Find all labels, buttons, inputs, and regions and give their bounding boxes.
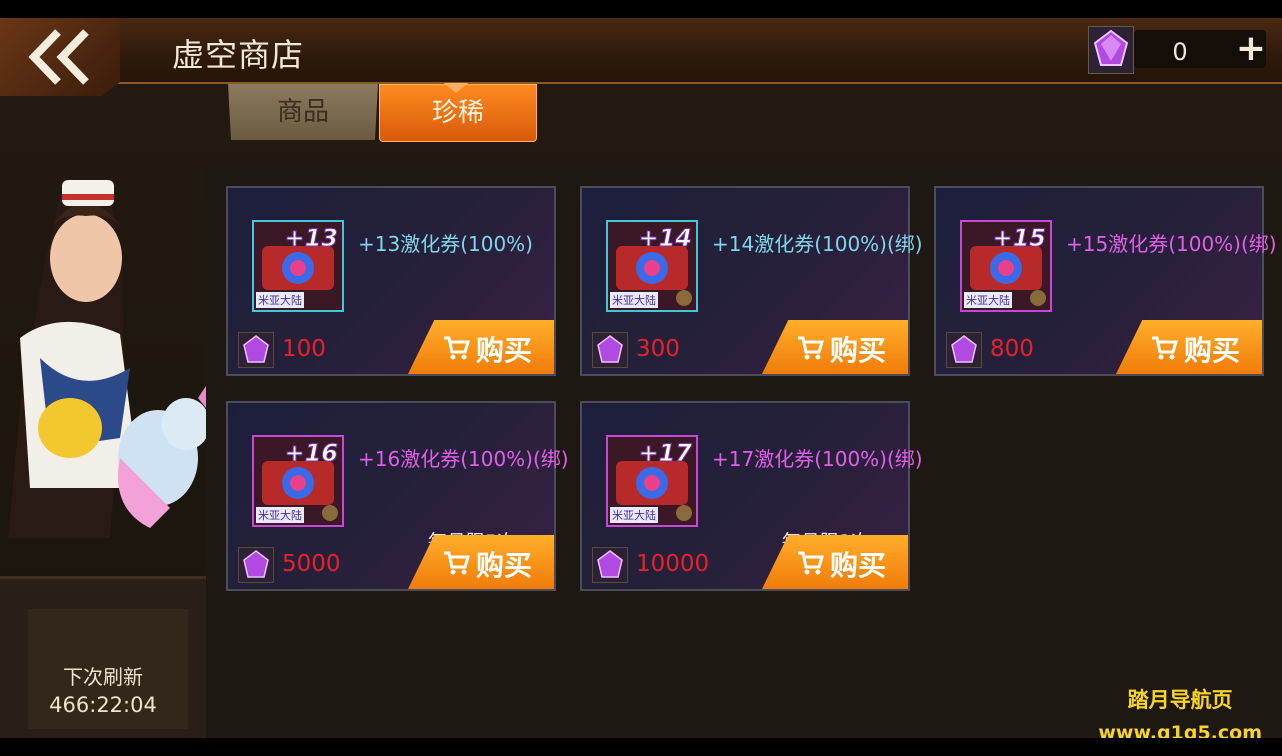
enhance-scroll-icon: +17 米亚大陆 [606,435,698,527]
buy-button-label: 购买 [1184,334,1241,367]
tab-goods[interactable]: 商品 [228,84,378,140]
item-brand: 米亚大陆 [610,507,658,523]
watermark-title: 踏月导航页 [1127,688,1233,712]
currency-display: 0 + [1088,26,1276,74]
enhance-scroll-icon: +14 米亚大陆 [606,220,698,312]
buy-button-label: 购买 [830,334,887,367]
back-button[interactable] [0,18,120,96]
item-level: +14 [638,224,693,253]
enhance-scroll-icon: +15 米亚大陆 [960,220,1052,312]
purple-gem-icon [238,547,274,583]
refresh-countdown: 466:22:04 [49,693,157,717]
shop-item-card[interactable]: +15 米亚大陆 +15激化券(100%)(绑) 800 购买 [934,186,1277,376]
buy-button[interactable]: 购买 [762,320,908,374]
buy-button[interactable]: 购买 [408,320,554,374]
item-name: +14激化券(100%)(绑) [712,232,923,256]
currency-amount: 0 [1172,38,1188,66]
tab-rare-label: 珍稀 [431,98,484,128]
header-bar: 虚空商店 0 + [0,18,1282,96]
active-tab-notch [444,83,468,93]
double-chevron-left-icon [28,29,89,85]
shop-item-card[interactable]: +13 米亚大陆 +13激化券(100%) 100 购买 [226,186,556,376]
item-brand: 米亚大陆 [256,507,304,523]
buy-button[interactable]: 购买 [1116,320,1262,374]
refresh-label: 下次刷新 [63,665,143,689]
item-level: +15 [992,224,1047,253]
enhance-scroll-icon: +16 米亚大陆 [252,435,344,527]
item-name: +15激化券(100%)(绑) [1066,232,1277,256]
item-level: +16 [284,439,339,468]
item-name: +17激化券(100%)(绑) [712,447,923,471]
item-price: 300 [636,336,680,362]
purple-gem-icon [592,547,628,583]
tab-rare[interactable]: 珍稀 [379,83,537,142]
item-price: 800 [990,336,1034,362]
enhance-scroll-icon: +13 米亚大陆 [252,220,344,312]
buy-button-label: 购买 [476,549,533,582]
shop-item-card[interactable]: +14 米亚大陆 +14激化券(100%)(绑) 300 购买 [580,186,923,376]
item-brand: 米亚大陆 [964,292,1012,308]
purple-gem-icon [1088,26,1134,74]
shopkeeper-illustration [0,158,206,598]
buy-button-label: 购买 [476,334,533,367]
item-name: +16激化券(100%)(绑) [358,447,569,471]
item-price: 100 [282,336,326,362]
item-brand: 米亚大陆 [256,292,304,308]
watermark: 踏月导航页 www.q1q5.com [1098,684,1262,738]
shopping-cart-icon [444,336,470,360]
purple-gem-icon [238,332,274,368]
shop-item-card[interactable]: +17 米亚大陆 +17激化券(100%)(绑) 每月限2次 10000 购买 [580,401,923,591]
watermark-url: www.q1q5.com [1098,722,1262,738]
buy-button-label: 购买 [830,549,887,582]
shopping-cart-icon [444,551,470,575]
item-brand: 米亚大陆 [610,292,658,308]
shopping-cart-icon [798,336,824,360]
add-currency-button[interactable]: + [1236,28,1266,69]
shop-item-card[interactable]: +16 米亚大陆 +16激化券(100%)(绑) 每月限5次 5000 购买 [226,401,569,591]
purple-gem-icon [946,332,982,368]
shopping-cart-icon [798,551,824,575]
item-level: +17 [638,439,693,468]
item-name: +13激化券(100%) [358,232,533,256]
shop-screen: 虚空商店 0 + 商品 珍稀 下次刷新 466:22:04 +13 米亚大陆 +… [0,18,1282,738]
refresh-panel: 下次刷新 466:22:04 [0,576,206,738]
item-price: 5000 [282,551,341,577]
shopping-cart-icon [1152,336,1178,360]
item-level: +13 [284,224,339,253]
item-price: 10000 [636,551,710,577]
page-title: 虚空商店 [172,36,305,74]
purple-gem-icon [592,332,628,368]
